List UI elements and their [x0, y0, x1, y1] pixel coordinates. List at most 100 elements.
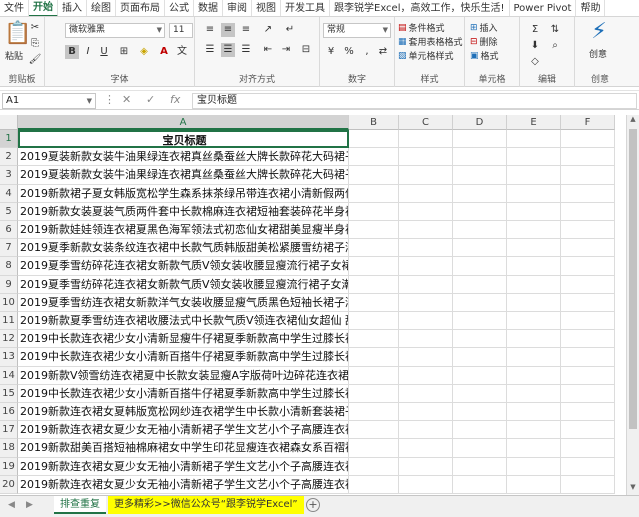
table-cell[interactable]: [561, 475, 615, 494]
column-header-a[interactable]: A: [18, 115, 349, 130]
column-header-c[interactable]: C: [399, 115, 453, 130]
table-cell[interactable]: [507, 275, 561, 294]
table-cell[interactable]: [453, 257, 507, 276]
table-cell[interactable]: [561, 148, 615, 167]
table-cell-title[interactable]: 2019中长款连衣裙少女小清新显瘦牛仔裙夏季新款高中学生过膝长裙: [18, 330, 349, 349]
table-cell[interactable]: [453, 421, 507, 440]
row-header[interactable]: 2: [0, 148, 18, 167]
align-middle-icon[interactable]: ≡: [221, 23, 235, 37]
table-cell[interactable]: [561, 275, 615, 294]
table-cell-title[interactable]: 2019中长款连衣裙少女小清新百搭牛仔裙夏季新款高中学生过膝长裙: [18, 384, 349, 403]
fill-color-icon[interactable]: ◈: [137, 45, 151, 59]
menu-tab[interactable]: 公式: [165, 0, 194, 16]
scroll-up-icon[interactable]: ▲: [627, 115, 639, 127]
table-cell[interactable]: [561, 457, 615, 476]
find-icon[interactable]: ⌕: [548, 39, 562, 53]
column-header-f[interactable]: F: [561, 115, 615, 130]
vertical-scrollbar[interactable]: ▲ ▼: [626, 115, 639, 495]
row-header[interactable]: 12: [0, 330, 18, 349]
indent-increase-icon[interactable]: ⇥: [279, 43, 293, 57]
table-cell[interactable]: [453, 293, 507, 312]
table-cell[interactable]: [399, 330, 453, 349]
table-cell[interactable]: [453, 384, 507, 403]
table-cell[interactable]: [453, 439, 507, 458]
scroll-down-icon[interactable]: ▼: [627, 483, 639, 495]
currency-icon[interactable]: ¥: [324, 45, 338, 59]
table-cell[interactable]: [349, 166, 399, 185]
number-format-select[interactable]: 常规 ▼: [323, 23, 391, 38]
bold-button[interactable]: B: [65, 45, 79, 59]
row-header[interactable]: 1: [0, 130, 18, 149]
table-cell[interactable]: [507, 421, 561, 440]
table-cell[interactable]: [507, 257, 561, 276]
menu-tab[interactable]: 插入: [58, 0, 87, 16]
table-cell-title[interactable]: 2019夏季雪纺连衣裙女新款洋气女装收腰显瘦气质黑色短袖长裙子潮: [18, 293, 349, 312]
table-cell[interactable]: [399, 457, 453, 476]
table-cell[interactable]: [399, 421, 453, 440]
menu-tab[interactable]: 视图: [252, 0, 281, 16]
phonetic-button[interactable]: 文: [175, 45, 189, 59]
table-cell-title[interactable]: 2019夏装新款女装牛油果绿连衣裙真丝桑蚕丝大牌长款碎花大码裙子: [18, 166, 349, 185]
font-name-select[interactable]: 微软雅黑 ▼: [65, 23, 165, 38]
next-sheet-icon[interactable]: ▶: [26, 500, 33, 510]
table-cell[interactable]: [453, 457, 507, 476]
table-cell[interactable]: [453, 475, 507, 494]
percent-button[interactable]: %: [342, 45, 356, 59]
table-cell[interactable]: [561, 312, 615, 331]
table-cell[interactable]: [349, 330, 399, 349]
column-header-e[interactable]: E: [507, 115, 561, 130]
table-cell[interactable]: [507, 403, 561, 422]
table-cell[interactable]: [561, 257, 615, 276]
menu-tab[interactable]: 数据: [194, 0, 223, 16]
conditional-format-button[interactable]: ▤ 条件格式: [398, 21, 445, 35]
menu-tab[interactable]: 开发工具: [281, 0, 330, 16]
sort-filter-icon[interactable]: ⇅: [548, 23, 562, 37]
creative-button[interactable]: 创意: [589, 47, 607, 60]
paste-icon[interactable]: 📋: [4, 21, 31, 46]
table-cell[interactable]: [349, 366, 399, 385]
table-cell[interactable]: [399, 384, 453, 403]
table-cell[interactable]: [453, 148, 507, 167]
table-cell[interactable]: [349, 184, 399, 203]
format-cells-button[interactable]: ▣ 格式: [470, 49, 499, 63]
table-cell[interactable]: [561, 348, 615, 367]
confirm-icon[interactable]: ✓: [146, 93, 155, 106]
row-header[interactable]: 8: [0, 257, 18, 276]
table-cell[interactable]: [507, 384, 561, 403]
column-header-d[interactable]: D: [453, 115, 507, 130]
table-cell[interactable]: [453, 403, 507, 422]
table-cell[interactable]: [399, 312, 453, 331]
align-left-icon[interactable]: ☰: [203, 43, 217, 57]
table-cell[interactable]: [507, 202, 561, 221]
table-cell[interactable]: [349, 421, 399, 440]
table-cell-title[interactable]: 2019新款娃娃领连衣裙夏黑色海军领法式初恋仙女裙甜美显瘦半身裙: [18, 221, 349, 240]
table-cell[interactable]: [399, 475, 453, 494]
row-header[interactable]: 7: [0, 239, 18, 258]
table-cell[interactable]: [399, 202, 453, 221]
align-center-icon[interactable]: ☰: [221, 43, 235, 57]
table-cell[interactable]: [561, 293, 615, 312]
table-cell[interactable]: [561, 221, 615, 240]
sheet-tab-dedupe[interactable]: 排查重复: [54, 496, 106, 514]
table-cell[interactable]: [349, 312, 399, 331]
table-cell-title[interactable]: 2019夏季雪纺碎花连衣裙女新款气质V领女装收腰显瘦流行裙子女潮: [18, 275, 349, 294]
table-cell-title[interactable]: 2019新款连衣裙女夏少女无袖小清新裙子学生文艺小个子高腰连衣裙: [18, 457, 349, 476]
add-sheet-button[interactable]: +: [306, 498, 320, 512]
table-cell[interactable]: [399, 257, 453, 276]
table-cell[interactable]: [561, 202, 615, 221]
table-cell-title[interactable]: 2019新款女装夏装气质两件套中长款棉麻连衣裙短袖套装碎花半身裙: [18, 202, 349, 221]
table-cell[interactable]: [399, 184, 453, 203]
table-cell[interactable]: [507, 130, 561, 149]
table-cell[interactable]: [453, 275, 507, 294]
border-icon[interactable]: ⊞: [117, 45, 131, 59]
font-color-button[interactable]: A: [157, 45, 171, 59]
table-cell[interactable]: [349, 384, 399, 403]
table-cell[interactable]: [561, 184, 615, 203]
table-cell-title[interactable]: 2019夏季新款女装条纹连衣裙中长款气质韩版甜美松紧腰雪纺裙子潮: [18, 239, 349, 258]
table-cell[interactable]: [507, 312, 561, 331]
row-header[interactable]: 3: [0, 166, 18, 185]
name-box[interactable]: A1 ▼: [2, 93, 96, 109]
paste-button[interactable]: 粘贴: [5, 49, 23, 62]
table-cell[interactable]: [349, 475, 399, 494]
table-cell[interactable]: [507, 330, 561, 349]
